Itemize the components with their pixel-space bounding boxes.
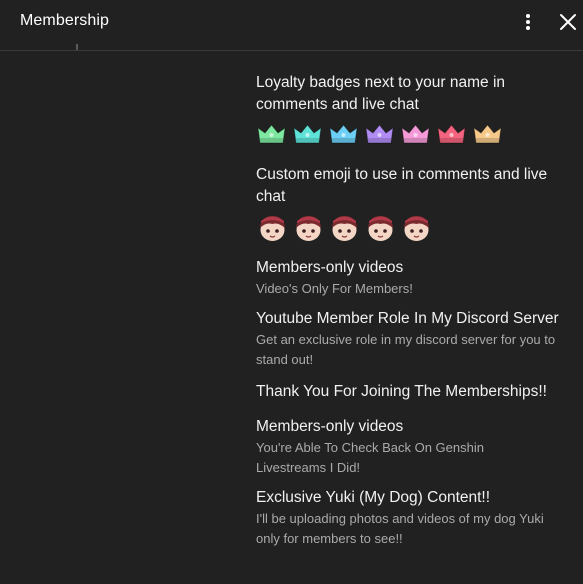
perk-loyalty-badges: Loyalty badges next to your name in comm… bbox=[256, 72, 576, 148]
perk-description: You're Able To Check Back On Genshin Liv… bbox=[256, 440, 484, 475]
perk-description: Video's Only For Members! bbox=[256, 281, 413, 296]
perk-custom-emoji: Custom emoji to use in comments and live… bbox=[256, 164, 576, 246]
crown-badge-icon bbox=[400, 122, 431, 148]
badge-row bbox=[256, 122, 576, 148]
close-button[interactable] bbox=[554, 8, 582, 36]
crown-badge-icon bbox=[328, 122, 359, 148]
perk-title: Thank You For Joining The Memberships!! bbox=[256, 383, 547, 400]
perk-description: I'll be uploading photos and videos of m… bbox=[256, 511, 544, 546]
custom-emoji-icon bbox=[292, 212, 325, 246]
perk-title: Youtube Member Role In My Discord Server bbox=[256, 310, 559, 327]
perk-thank-you: Thank You For Joining The Memberships!! bbox=[256, 381, 576, 403]
more-vert-icon bbox=[526, 14, 530, 30]
crown-badge-icon bbox=[472, 122, 503, 148]
crown-badge-icon bbox=[436, 122, 467, 148]
dialog-header: Membership bbox=[0, 0, 583, 51]
perk-title: Members-only videos bbox=[256, 418, 404, 435]
perk-title: Custom emoji to use in comments and live… bbox=[256, 166, 548, 205]
custom-emoji-icon bbox=[364, 212, 397, 246]
custom-emoji-icon bbox=[328, 212, 361, 246]
perk-members-videos-2: Members-only videos You're Able To Check… bbox=[256, 416, 576, 478]
left-panel-divider bbox=[76, 44, 78, 50]
perks-list: Loyalty badges next to your name in comm… bbox=[256, 72, 576, 549]
crown-badge-icon bbox=[256, 122, 287, 148]
perk-title: Loyalty badges next to your name in comm… bbox=[256, 74, 506, 113]
custom-emoji-icon bbox=[400, 212, 433, 246]
perk-yuki-content: Exclusive Yuki (My Dog) Content!! I'll b… bbox=[256, 487, 576, 549]
crown-badge-icon bbox=[292, 122, 323, 148]
more-options-button[interactable] bbox=[514, 8, 542, 36]
custom-emoji-icon bbox=[256, 212, 289, 246]
dialog-title: Membership bbox=[20, 12, 110, 29]
perk-title: Exclusive Yuki (My Dog) Content!! bbox=[256, 489, 491, 506]
perk-title: Members-only videos bbox=[256, 259, 404, 276]
emoji-row bbox=[256, 212, 576, 246]
perk-discord-role: Youtube Member Role In My Discord Server… bbox=[256, 308, 576, 370]
close-icon bbox=[560, 14, 576, 30]
crown-badge-icon bbox=[364, 122, 395, 148]
perk-members-videos: Members-only videos Video's Only For Mem… bbox=[256, 257, 576, 299]
perk-description: Get an exclusive role in my discord serv… bbox=[256, 332, 556, 367]
